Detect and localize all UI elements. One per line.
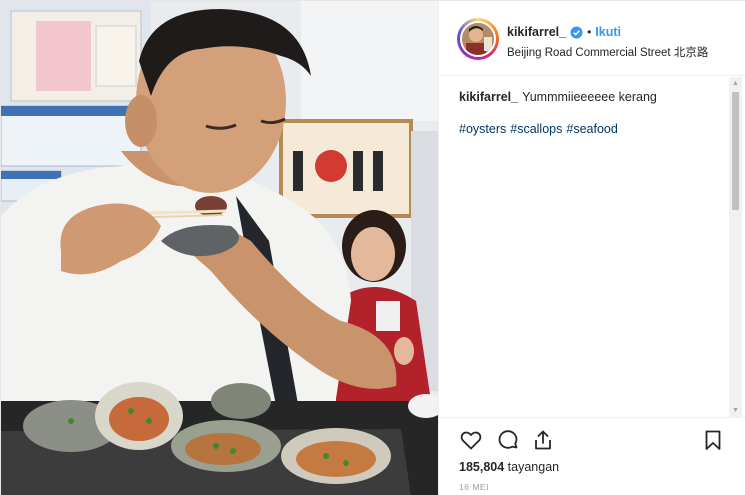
hashtag-list: #oysters #scallops #seafood [459, 122, 725, 136]
save-button[interactable] [701, 428, 725, 452]
header-row: kikifarrel_ • Ikuti [507, 25, 621, 39]
caption: kikifarrel_ Yummmiieeeeee kerang [459, 89, 725, 106]
caption-text: Yummmiieeeeee kerang [522, 90, 657, 104]
action-bar: 185,804 tayangan 16 MEI [439, 417, 745, 495]
photo-illustration [1, 1, 438, 495]
scroll-down-arrow-icon[interactable]: ▼ [729, 404, 742, 417]
comment-icon [498, 430, 518, 449]
caption-username[interactable]: kikifarrel_ [459, 90, 518, 104]
scroll-up-arrow-icon[interactable]: ▲ [729, 77, 742, 90]
hashtag-link[interactable]: #seafood [566, 122, 617, 136]
author-username[interactable]: kikifarrel_ [507, 25, 566, 39]
hashtag-link[interactable]: #scallops [510, 122, 562, 136]
instagram-post: kikifarrel_ • Ikuti Beijing Road Commerc… [0, 0, 745, 495]
comments-scrollbar[interactable]: ▲ ▼ [729, 77, 742, 417]
view-count-number: 185,804 [459, 460, 505, 474]
scrollbar-thumb[interactable] [732, 92, 739, 210]
separator-dot: • [587, 25, 592, 39]
story-ring[interactable] [457, 18, 499, 60]
like-button[interactable] [459, 428, 483, 452]
post-side-panel: kikifarrel_ • Ikuti Beijing Road Commerc… [438, 1, 745, 495]
comment-button[interactable] [496, 428, 520, 452]
bookmark-icon [705, 430, 721, 450]
share-icon [535, 430, 551, 450]
view-count-label: tayangan [507, 460, 560, 474]
avatar[interactable] [460, 21, 496, 57]
verified-badge-icon [570, 26, 583, 39]
post-date[interactable]: 16 MEI [459, 482, 489, 492]
comments-area: kikifarrel_ Yummmiieeeeee kerang #oysters… [439, 77, 739, 405]
avatar-image [462, 23, 494, 55]
location-link[interactable]: Beijing Road Commercial Street 北京路 [507, 44, 708, 60]
share-button[interactable] [531, 428, 555, 452]
heart-icon [460, 431, 482, 450]
post-header: kikifarrel_ • Ikuti Beijing Road Commerc… [439, 1, 745, 76]
hashtag-link[interactable]: #oysters [459, 122, 506, 136]
follow-button[interactable]: Ikuti [595, 25, 621, 39]
view-count[interactable]: 185,804 tayangan [459, 460, 559, 474]
post-photo[interactable] [1, 1, 438, 495]
